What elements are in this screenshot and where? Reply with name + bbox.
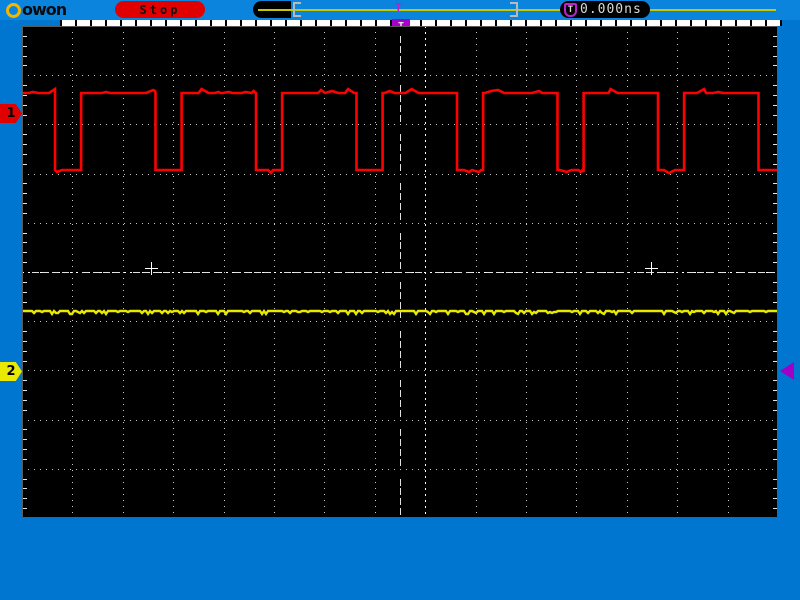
logo-ring-icon <box>6 2 21 18</box>
trigger-level-marker[interactable] <box>780 362 794 380</box>
waveform-traces <box>22 86 778 317</box>
run-state-badge[interactable]: Stop <box>115 1 205 18</box>
memory-trigger-marker: T <box>395 1 402 14</box>
channel-1-position-marker[interactable]: 1 <box>0 104 22 123</box>
bottom-status-bar: 1 2V~ 3.12div 2 10V- -2.00div (25MS/s) D… <box>0 518 800 600</box>
channel-2-trace <box>22 308 778 317</box>
oscilloscope-screen: owon Stop T T 0.000ns T 1 2 1 <box>0 0 800 600</box>
waveform-grid-area[interactable] <box>22 26 778 518</box>
channel-2-position-marker[interactable]: 2 <box>0 362 22 381</box>
memory-window-left-bracket-top <box>293 2 301 4</box>
trigger-time-value: 0.000ns <box>580 2 642 17</box>
memory-window-right-bracket-top <box>510 2 518 4</box>
memory-window-right-bracket-bottom <box>510 15 518 17</box>
memory-window-left-bracket-bottom <box>293 15 301 17</box>
brand-name: owon <box>22 0 67 19</box>
top-status-bar: owon Stop T T 0.000ns <box>0 0 800 20</box>
trigger-badge-icon: T <box>564 2 577 17</box>
trigger-time-readout: T 0.000ns <box>560 1 650 18</box>
brand-logo: owon <box>6 0 67 19</box>
channel-1-trace <box>22 86 778 176</box>
